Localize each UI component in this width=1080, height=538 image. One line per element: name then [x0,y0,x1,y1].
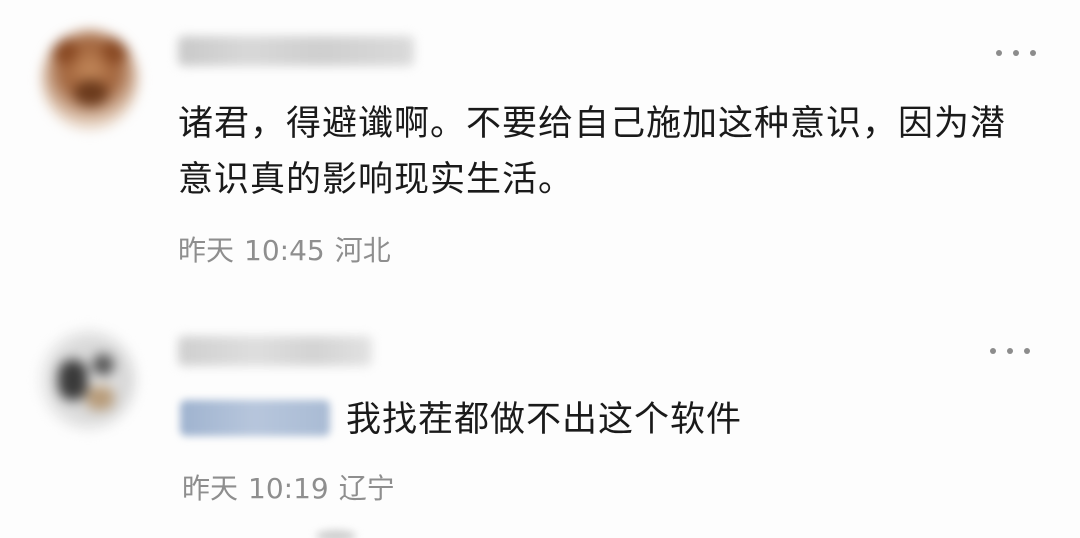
blurred-username[interactable] [178,336,372,366]
avatar[interactable] [40,330,136,430]
comment-date: 昨天 [178,234,235,267]
comment-meta: 昨天 10:19 辽宁 [182,472,395,506]
comment-thread: 诸君，得避谶啊。不要给自己施加这种意识，因为潜意识真的影响现实生活。 昨天 10:… [0,0,1080,538]
dot [1024,348,1030,354]
more-options-icon[interactable] [996,46,1036,60]
comment-item: 诸君，得避谶啊。不要给自己施加这种意识，因为潜意识真的影响现实生活。 昨天 10:… [0,0,1080,300]
avatar-shape [102,38,128,64]
more-options-icon[interactable] [990,344,1030,358]
comment-content: 诸君，得避谶啊。不要给自己施加这种意识，因为潜意识真的影响现实生活。 [178,104,1007,200]
avatar-shape [74,80,108,106]
avatar-shape [92,354,114,376]
avatar[interactable] [42,30,138,130]
avatar-shape [58,360,88,400]
dot [1030,50,1036,56]
avatar-shape [86,386,114,410]
decorative-blob [316,530,356,538]
dot [990,348,996,354]
comment-location: 辽宁 [338,472,395,505]
comment-meta: 昨天 10:45 河北 [178,234,391,268]
comment-date: 昨天 [182,472,239,505]
dot [1007,348,1013,354]
dot [1013,50,1019,56]
dot [996,50,1002,56]
blurred-mention[interactable] [180,400,330,436]
comment-content: 我找茬都做不出这个软件 [346,400,743,440]
comment-time: 10:19 [248,472,329,505]
comment-location: 河北 [334,234,391,267]
avatar-shape [52,38,78,64]
blurred-username[interactable] [178,36,414,66]
comment-time: 10:45 [244,234,325,267]
